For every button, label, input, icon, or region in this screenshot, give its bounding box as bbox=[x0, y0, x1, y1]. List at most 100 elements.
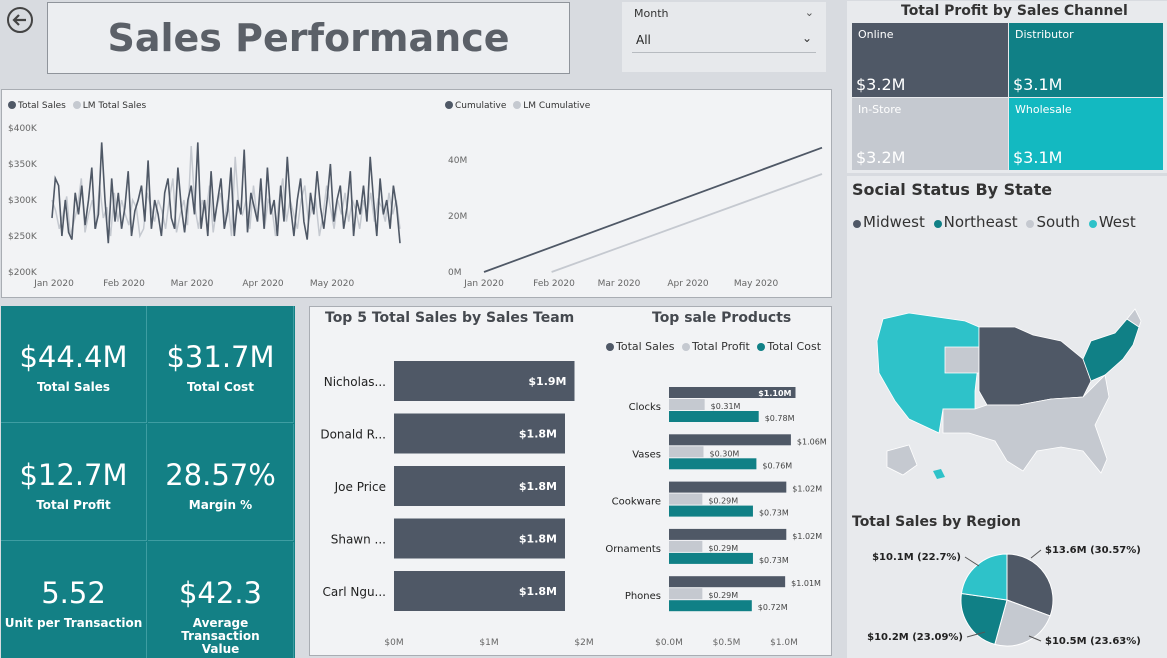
chevron-down-icon: ⌄ bbox=[801, 31, 812, 45]
line-charts-panel: Total Sales LM Total Sales Cumulative LM… bbox=[1, 89, 832, 298]
product-bar-value: $1.10M bbox=[758, 389, 791, 398]
product-bar-profit bbox=[669, 588, 703, 600]
legend-dot bbox=[1088, 220, 1097, 228]
map-region-midwest bbox=[978, 326, 1092, 406]
treemap-cell-value: $3.2M bbox=[856, 75, 906, 94]
kpi-label: Margin % bbox=[188, 498, 253, 512]
team-bar-value: $1.8M bbox=[519, 480, 557, 493]
kpi-avg-transaction: $42.3 Average Transaction Value bbox=[148, 542, 294, 658]
product-name-label: Phones bbox=[625, 591, 661, 602]
product-bar-value: $1.02M bbox=[792, 485, 822, 494]
x-tick-label: Feb 2020 bbox=[103, 279, 145, 289]
kpi-margin: 28.57% Margin % bbox=[148, 424, 294, 541]
treemap-cell-online[interactable]: Online $3.2M bbox=[852, 23, 1008, 97]
kpi-units-per-transaction: 5.52 Unit per Transaction bbox=[1, 542, 147, 658]
team-name-label: Carl Ngu... bbox=[323, 585, 386, 599]
product-bar-sales bbox=[669, 576, 786, 588]
series-line-lm-cumulative bbox=[551, 173, 823, 273]
y-tick-label: $350K bbox=[8, 160, 38, 170]
line-charts-canvas: $400K $350K $300K $250K $200KJan 2020 Feb 202… bbox=[8, 124, 823, 289]
team-bar-value: $1.8M bbox=[519, 533, 557, 546]
product-name-label: Cookware bbox=[612, 497, 661, 508]
slicer-dropdown[interactable]: All ⌄ bbox=[632, 29, 816, 53]
slicer-value: All bbox=[636, 33, 651, 47]
pie-leader-line bbox=[1030, 549, 1042, 559]
bar-charts-canvas: Nicholas... $1.9M Donald R... $1.8M Joe Pric… bbox=[320, 361, 827, 648]
treemap-cell-label: Online bbox=[858, 28, 894, 41]
series-line-total-sales bbox=[51, 142, 401, 244]
product-bar-value: $0.29M bbox=[708, 497, 738, 506]
kpi-label: Total Profit bbox=[36, 498, 111, 512]
team-name-label: Nicholas... bbox=[324, 375, 386, 389]
x-tick-label: Apr 2020 bbox=[242, 279, 284, 289]
y-tick-label: 0M bbox=[448, 268, 462, 278]
treemap-cell-value: $3.2M bbox=[856, 148, 906, 167]
product-bar-profit bbox=[669, 399, 705, 410]
pie-slice-west bbox=[960, 553, 1008, 601]
treemap-cell-label: Wholesale bbox=[1015, 103, 1072, 116]
legend-item: West bbox=[1098, 213, 1136, 231]
product-name-label: Vases bbox=[632, 449, 661, 460]
product-bar-cost bbox=[669, 411, 759, 422]
chevron-down-icon[interactable]: ⌄ bbox=[805, 6, 814, 19]
y-tick-label: 40M bbox=[448, 156, 467, 166]
treemap-cell-distributor[interactable]: Distributor $3.1M bbox=[1009, 23, 1163, 97]
pie-panel: Total Sales by Region $13.6M (30.57%) $10… bbox=[847, 508, 1167, 658]
treemap-panel: Total Profit by Sales Channel Online $3.… bbox=[847, 1, 1167, 173]
us-map[interactable] bbox=[847, 301, 1167, 501]
team-bar-value: $1.8M bbox=[519, 428, 557, 441]
page-title: Sales Performance bbox=[107, 16, 510, 60]
kpi-value: $42.3 bbox=[178, 576, 263, 610]
x-tick-label: $1M bbox=[479, 638, 498, 648]
map-title: Social Status By State bbox=[852, 180, 1053, 199]
slicer-label: Month bbox=[634, 7, 669, 20]
treemap-cell-wholesale[interactable]: Wholesale $3.1M bbox=[1009, 98, 1163, 170]
kpi-total-profit: $12.7M Total Profit bbox=[1, 424, 147, 541]
map-region-northeast bbox=[1082, 318, 1140, 382]
team-bar-value: $1.9M bbox=[528, 375, 566, 388]
legend-item: Midwest bbox=[863, 213, 925, 231]
month-slicer[interactable]: Month ⌄ All ⌄ bbox=[622, 2, 826, 72]
y-tick-label: 20M bbox=[448, 212, 467, 222]
product-bar-value: $0.29M bbox=[708, 591, 738, 600]
x-tick-label: $0M bbox=[384, 638, 403, 648]
y-tick-label: $250K bbox=[8, 232, 38, 242]
treemap-cell-in-store[interactable]: In-Store $3.2M bbox=[852, 98, 1008, 170]
product-bar-sales bbox=[669, 481, 787, 493]
product-bar-value: $0.31M bbox=[711, 402, 741, 411]
kpi-label: Total Cost bbox=[187, 380, 254, 394]
product-bar-value: $0.73M bbox=[759, 509, 789, 518]
legend-dot bbox=[1026, 220, 1035, 228]
x-tick-label: Apr 2020 bbox=[667, 279, 709, 289]
team-name-label: Shawn ... bbox=[331, 533, 386, 547]
back-button[interactable] bbox=[6, 6, 34, 34]
product-bar-value: $0.72M bbox=[758, 603, 788, 612]
x-tick-label: May 2020 bbox=[734, 279, 779, 289]
y-tick-label: $400K bbox=[8, 124, 38, 134]
product-bar-profit bbox=[669, 540, 703, 552]
product-bar-cost bbox=[669, 505, 753, 517]
kpi-value: $31.7M bbox=[166, 340, 275, 374]
x-tick-label: Jan 2020 bbox=[33, 279, 74, 289]
map-state-wyoming bbox=[944, 346, 980, 374]
product-bar-sales bbox=[669, 434, 791, 446]
x-tick-label: May 2020 bbox=[310, 279, 355, 289]
kpi-value: $12.7M bbox=[19, 458, 128, 492]
product-bar-profit bbox=[669, 446, 704, 458]
product-bar-value: $0.73M bbox=[759, 556, 789, 565]
map-panel: Social Status By State Midwest Northeast… bbox=[847, 176, 1167, 551]
y-tick-label: $200K bbox=[8, 268, 38, 278]
product-bar-value: $0.76M bbox=[762, 461, 792, 470]
kpi-grid: $44.4M Total Sales $31.7M Total Cost $12… bbox=[1, 306, 295, 658]
kpi-label: Total Sales bbox=[36, 380, 111, 394]
team-name-label: Donald R... bbox=[320, 428, 386, 442]
x-tick-label: Feb 2020 bbox=[533, 279, 575, 289]
product-bar-profit bbox=[669, 493, 703, 505]
y-tick-label: $300K bbox=[8, 196, 38, 206]
legend-item: South bbox=[1036, 213, 1081, 231]
kpi-value: 5.52 bbox=[41, 576, 106, 610]
product-name-label: Clocks bbox=[629, 402, 661, 413]
pie-canvas: $13.6M (30.57%) $10.5M (23.63%) $10.2M (23… bbox=[867, 545, 1141, 647]
product-bar-sales bbox=[669, 528, 787, 540]
team-name-label: Joe Price bbox=[334, 480, 386, 494]
